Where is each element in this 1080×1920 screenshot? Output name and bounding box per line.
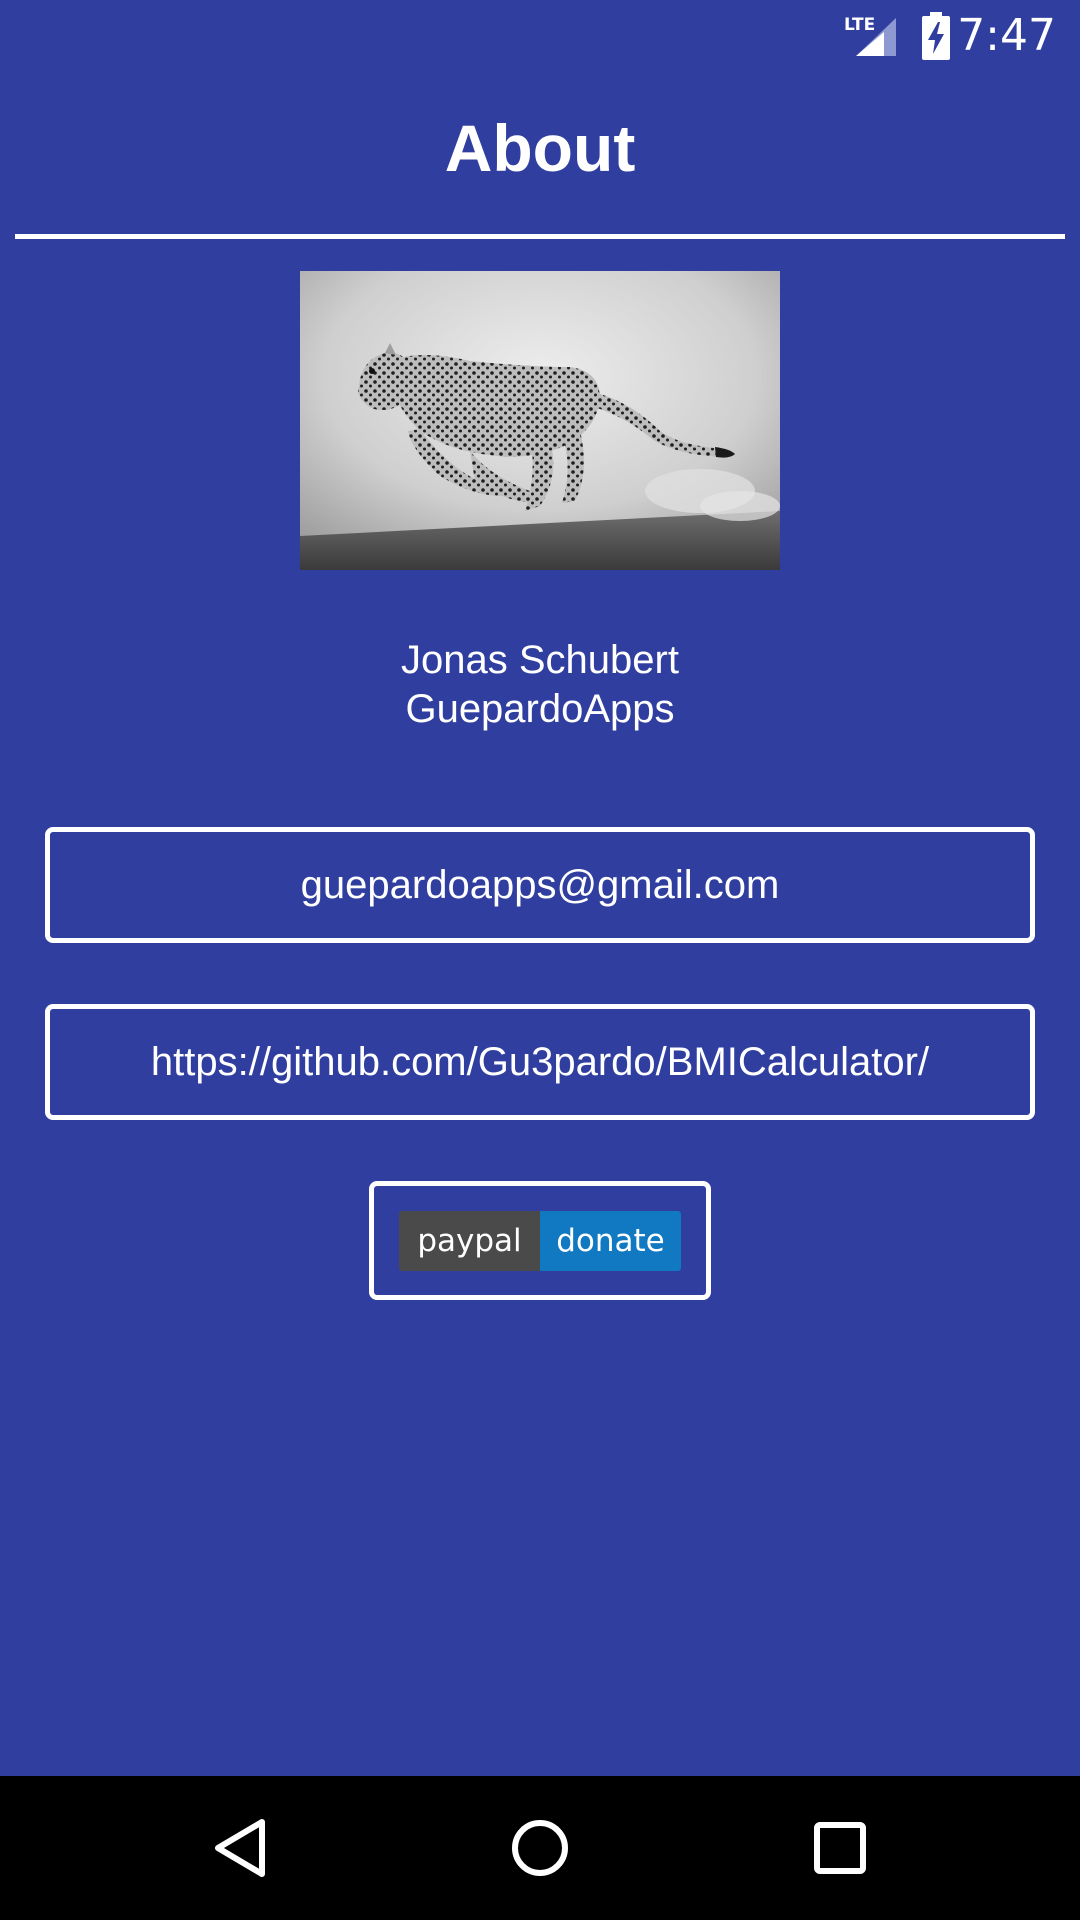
github-link-button[interactable]: https://github.com/Gu3pardo/BMICalculato… — [45, 1004, 1035, 1120]
navigation-bar — [0, 1776, 1080, 1920]
home-icon — [512, 1820, 568, 1876]
battery-charging-icon — [922, 12, 950, 60]
back-button[interactable] — [190, 1798, 290, 1898]
paypal-label: paypal — [399, 1210, 540, 1271]
lte-signal-icon: LTE — [844, 15, 896, 56]
status-bar: LTE 7:47 — [0, 0, 1080, 72]
author-info: Jonas Schubert GuepardoApps — [0, 636, 1080, 734]
title-divider — [15, 234, 1065, 239]
paypal-donate-button[interactable]: paypal donate — [369, 1181, 711, 1300]
cheetah-image — [300, 271, 780, 570]
github-link-label: https://github.com/Gu3pardo/BMICalculato… — [150, 1039, 930, 1084]
status-clock: 7:47 — [957, 10, 1056, 61]
recents-button[interactable] — [790, 1798, 890, 1898]
email-link-label: guepardoapps@gmail.com — [300, 862, 780, 907]
recents-icon — [814, 1822, 866, 1874]
page-title: About — [444, 111, 636, 185]
back-icon — [215, 1819, 265, 1877]
about-screen: LTE 7:47 About Jonas Schubert GuepardoAp… — [0, 0, 1080, 1920]
donate-label: donate — [540, 1210, 681, 1271]
author-name: Jonas Schubert — [401, 638, 679, 682]
paypal-donate-badge: paypal donate — [399, 1210, 681, 1271]
network-type-label: LTE — [844, 15, 875, 35]
author-company: GuepardoApps — [405, 687, 675, 731]
email-link-button[interactable]: guepardoapps@gmail.com — [45, 827, 1035, 943]
home-button[interactable] — [490, 1798, 590, 1898]
